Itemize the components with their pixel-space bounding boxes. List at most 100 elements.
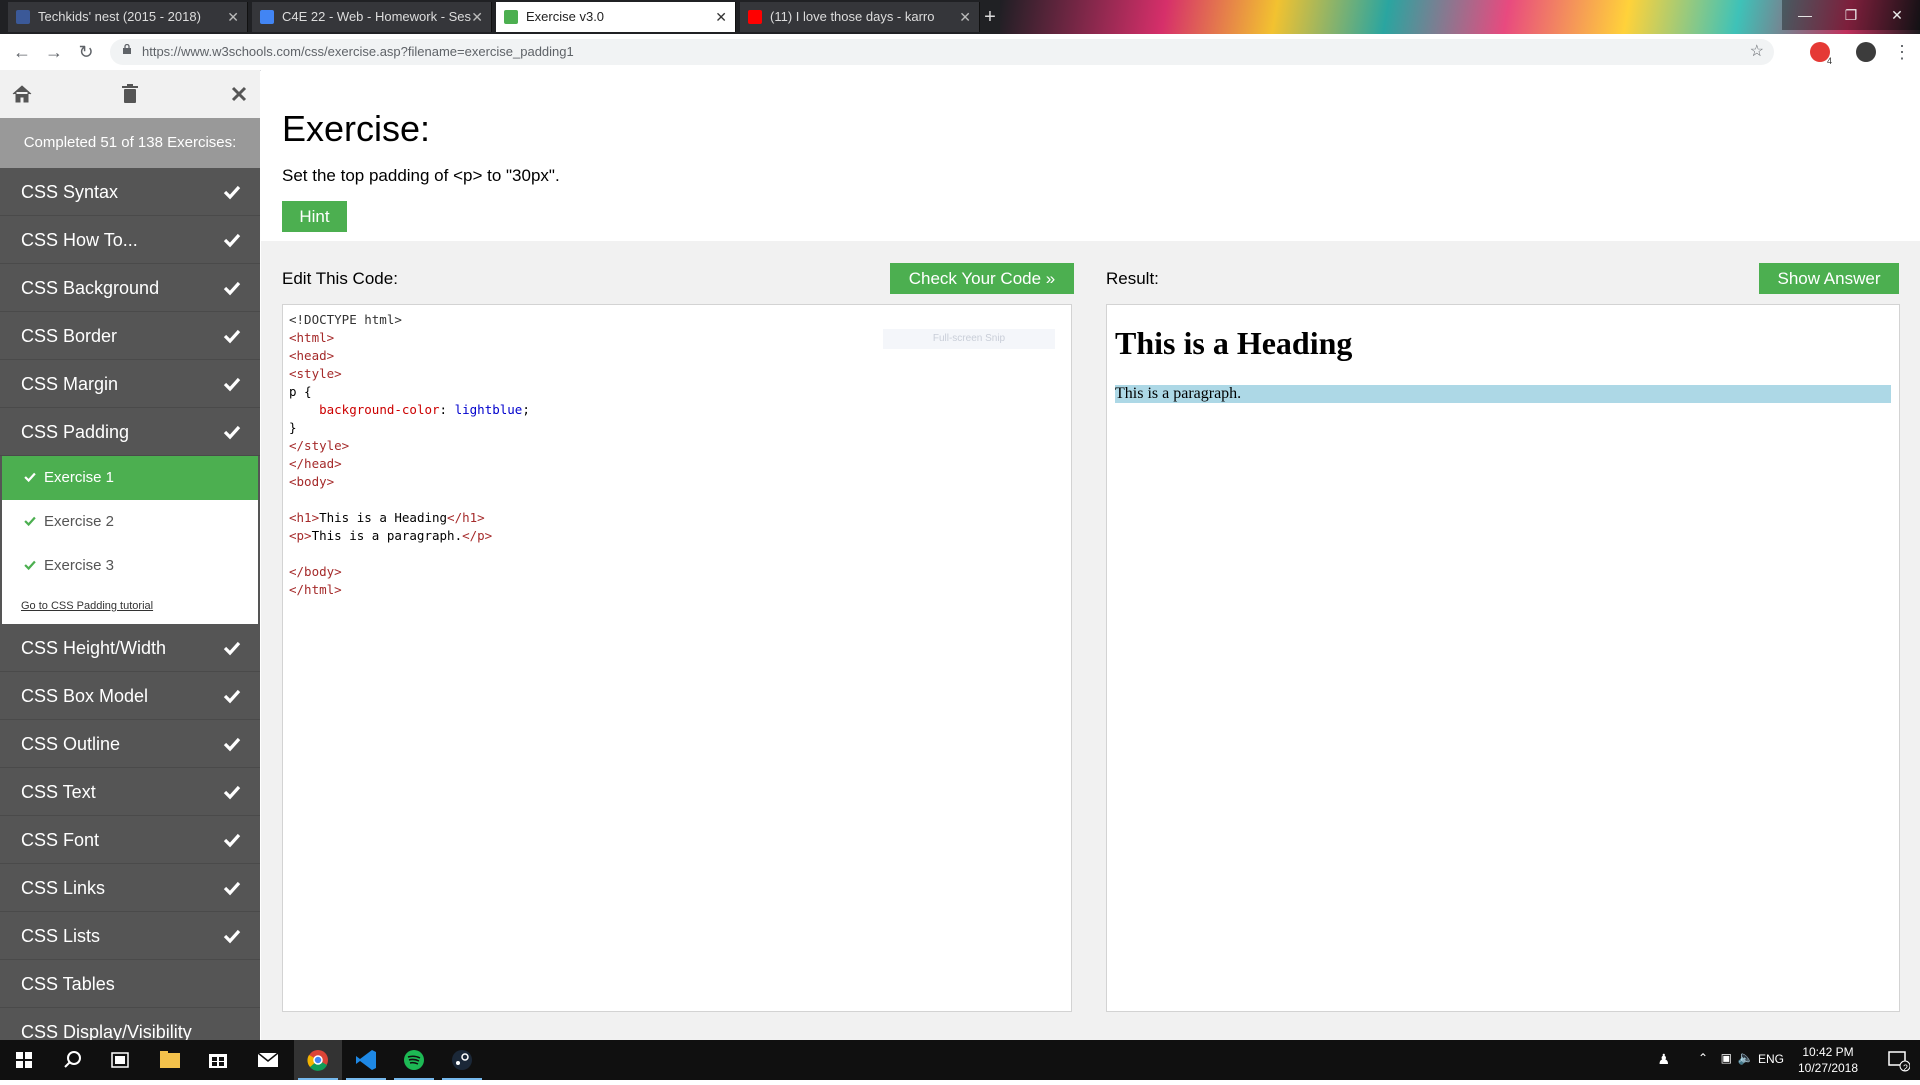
- browser-tab-strip: Techkids' nest (2015 - 2018) ✕ C4E 22 - We…: [0, 0, 1920, 34]
- search-icon[interactable]: [48, 1040, 96, 1080]
- code-line[interactable]: <h1>This is a Heading</h1>: [289, 509, 1065, 527]
- tab-close-icon[interactable]: ✕: [471, 2, 483, 32]
- steam-icon[interactable]: [438, 1040, 486, 1080]
- checkmark-icon: [223, 233, 241, 248]
- file-explorer-icon[interactable]: [146, 1040, 194, 1080]
- sidebar-item[interactable]: CSS Display/Visibility: [0, 1008, 260, 1040]
- close-window-button[interactable]: ✕: [1874, 0, 1920, 30]
- tab-close-icon[interactable]: ✕: [715, 2, 727, 32]
- code-line[interactable]: p {: [289, 383, 1065, 401]
- checkmark-icon: [24, 560, 36, 571]
- browser-tab[interactable]: C4E 22 - Web - Homework - Ses ✕: [252, 2, 492, 32]
- address-bar[interactable]: https://www.w3schools.com/css/exercise.a…: [110, 39, 1774, 65]
- minimize-button[interactable]: —: [1782, 0, 1828, 30]
- code-line[interactable]: <p>This is a paragraph.</p>: [289, 527, 1065, 545]
- task-view-icon[interactable]: [96, 1040, 144, 1080]
- new-tab-button[interactable]: +: [978, 4, 1002, 30]
- url-text[interactable]: https://www.w3schools.com/css/exercise.a…: [142, 39, 574, 65]
- browser-tab[interactable]: Exercise v3.0 ✕: [496, 2, 736, 32]
- code-line[interactable]: }: [289, 419, 1065, 437]
- snip-overlay[interactable]: Full-screen Snip: [883, 329, 1055, 349]
- sidebar-item[interactable]: CSS Text: [0, 768, 260, 816]
- extension-icon[interactable]: 4: [1810, 42, 1832, 66]
- store-icon[interactable]: [194, 1040, 242, 1080]
- sidebar-chapter-list: CSS Syntax CSS How To... CSS Background CSS…: [0, 168, 260, 1040]
- sidebar-item-label: CSS How To...: [21, 230, 138, 250]
- sidebar-item-label: CSS Tables: [21, 974, 115, 994]
- code-line[interactable]: </head>: [289, 455, 1065, 473]
- sidebar-item[interactable]: CSS Syntax: [0, 168, 260, 216]
- reload-icon[interactable]: ↻: [74, 40, 98, 64]
- forward-arrow-icon[interactable]: →: [42, 40, 66, 64]
- language-indicator[interactable]: ENG: [1758, 1052, 1784, 1066]
- menu-kebab-icon[interactable]: ⋮: [1890, 40, 1914, 64]
- bookmark-star-icon[interactable]: ☆: [1750, 39, 1764, 65]
- code-line[interactable]: <!DOCTYPE html>: [289, 311, 1065, 329]
- sidebar-item-label: CSS Font: [21, 830, 100, 850]
- clock[interactable]: 10:42 PM 10/27/2018: [1788, 1044, 1868, 1076]
- tab-close-icon[interactable]: ✕: [227, 2, 239, 32]
- chevron-up-icon[interactable]: ⌃: [1698, 1051, 1708, 1065]
- profile-avatar[interactable]: [1856, 42, 1876, 62]
- sidebar-item-label: CSS Links: [21, 878, 106, 898]
- tutorial-link[interactable]: Go to CSS Padding tutorial: [2, 588, 258, 624]
- trash-icon[interactable]: [116, 80, 144, 108]
- checkmark-icon: [223, 689, 241, 704]
- browser-toolbar: ← → ↻ https://www.w3schools.com/css/exer…: [0, 34, 1920, 71]
- sidebar-item[interactable]: CSS Margin: [0, 360, 260, 408]
- restore-button[interactable]: ❐: [1828, 0, 1874, 30]
- tab-close-icon[interactable]: ✕: [959, 2, 971, 32]
- show-answer-button[interactable]: Show Answer: [1759, 263, 1899, 294]
- sidebar-item[interactable]: CSS Border: [0, 312, 260, 360]
- home-icon[interactable]: [8, 80, 36, 108]
- sidebar-item[interactable]: CSS Box Model: [0, 672, 260, 720]
- people-icon[interactable]: ♟: [1657, 1051, 1670, 1068]
- chrome-taskbar-icon[interactable]: [294, 1040, 342, 1080]
- notification-count: 2: [1902, 1063, 1908, 1073]
- sidebar-item-label: CSS Lists: [21, 926, 101, 946]
- code-lines[interactable]: <!DOCTYPE html> <html> <head> <style> p { ba…: [289, 311, 1065, 599]
- sidebar-item[interactable]: CSS Height/Width: [0, 624, 260, 672]
- code-line[interactable]: background-color: lightblue;: [289, 401, 1065, 419]
- code-line[interactable]: <body>: [289, 473, 1065, 491]
- close-icon[interactable]: [225, 80, 253, 108]
- volume-icon[interactable]: 🔈: [1738, 1050, 1754, 1066]
- sidebar-item[interactable]: CSS Lists: [0, 912, 260, 960]
- code-line[interactable]: [289, 545, 1065, 563]
- sidebar-item[interactable]: CSS Links: [0, 864, 260, 912]
- exercise-title: Exercise:: [282, 108, 431, 149]
- code-line[interactable]: <head>: [289, 347, 1065, 365]
- exercise-link-label: Exercise 3: [44, 557, 115, 574]
- tab-label: (11) I love those days - karro: [770, 9, 935, 24]
- sidebar-item[interactable]: CSS Tables: [0, 960, 260, 1008]
- sidebar-item[interactable]: CSS Background: [0, 264, 260, 312]
- code-line[interactable]: </body>: [289, 563, 1065, 581]
- code-line[interactable]: </style>: [289, 437, 1065, 455]
- vscode-icon[interactable]: [342, 1040, 390, 1080]
- hint-button[interactable]: Hint: [282, 201, 347, 232]
- check-code-button[interactable]: Check Your Code »: [890, 263, 1074, 294]
- exercise-link[interactable]: Exercise 1: [2, 456, 258, 500]
- exercise-link[interactable]: Exercise 2: [2, 500, 258, 544]
- sidebar-item[interactable]: CSS How To...: [0, 216, 260, 264]
- code-line[interactable]: <style>: [289, 365, 1065, 383]
- result-label: Result:: [1106, 269, 1159, 288]
- sidebar-item[interactable]: CSS Outline: [0, 720, 260, 768]
- action-center-icon[interactable]: 2: [1886, 1048, 1911, 1073]
- mail-icon[interactable]: [244, 1040, 292, 1080]
- spotify-icon[interactable]: [390, 1040, 438, 1080]
- sidebar-item[interactable]: CSS Font: [0, 816, 260, 864]
- sidebar-item[interactable]: CSS Padding: [0, 408, 260, 456]
- exercise-link[interactable]: Exercise 3: [2, 544, 258, 588]
- code-line[interactable]: [289, 491, 1065, 509]
- sidebar-toolbar: [0, 70, 260, 118]
- browser-tab[interactable]: Techkids' nest (2015 - 2018) ✕: [8, 2, 248, 32]
- browser-tab[interactable]: (11) I love those days - karro ✕: [740, 2, 980, 32]
- code-editor[interactable]: <!DOCTYPE html> <html> <head> <style> p { ba…: [282, 304, 1072, 1012]
- back-arrow-icon[interactable]: ←: [10, 40, 34, 64]
- network-icon[interactable]: ▣: [1721, 1051, 1732, 1065]
- exercise-description: Set the top padding of <p> to "30px".: [282, 166, 560, 185]
- code-line[interactable]: </html>: [289, 581, 1065, 599]
- windows-start-icon[interactable]: [0, 1040, 48, 1080]
- sidebar-item-label: CSS Box Model: [21, 686, 149, 706]
